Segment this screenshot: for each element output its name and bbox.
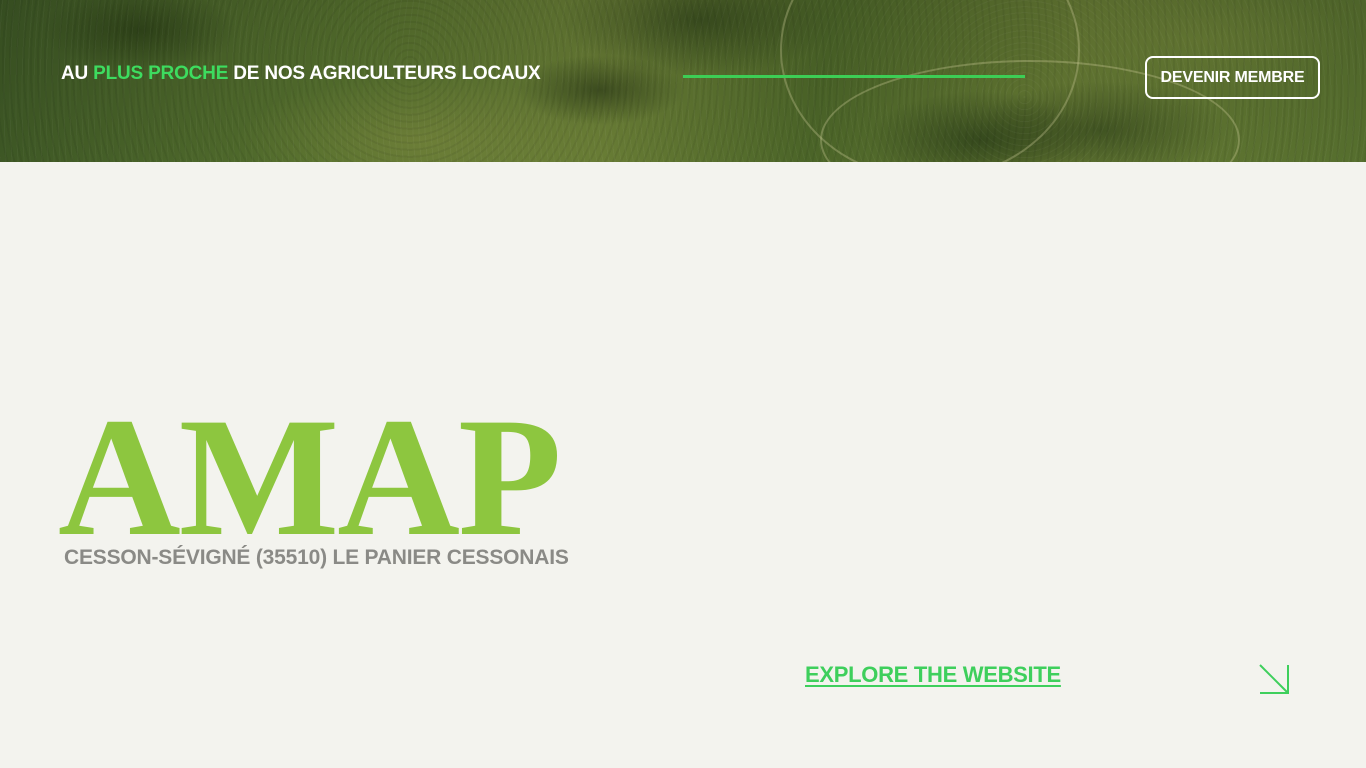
page-title: AMAP <box>58 383 562 571</box>
tagline-accent: PLUS PROCHE <box>93 63 229 84</box>
become-member-button[interactable]: DEVENIR MEMBRE <box>1145 56 1320 99</box>
tagline-prefix: AU <box>61 63 94 84</box>
page-subtitle: CESSON-SÉVIGNÉ (35510) LE PANIER CESSONA… <box>64 546 569 569</box>
arrow-down-right-icon[interactable] <box>1257 662 1291 696</box>
explore-website-link[interactable]: EXPLORE THE WEBSITE <box>805 662 1061 688</box>
header-divider-line <box>683 75 1025 78</box>
tagline-suffix: DE NOS AGRICULTEURS LOCAUX <box>228 63 541 84</box>
hero-banner: AU PLUS PROCHE DE NOS AGRICULTEURS LOCAU… <box>0 0 1366 162</box>
header-tagline: AU PLUS PROCHE DE NOS AGRICULTEURS LOCAU… <box>61 63 541 85</box>
